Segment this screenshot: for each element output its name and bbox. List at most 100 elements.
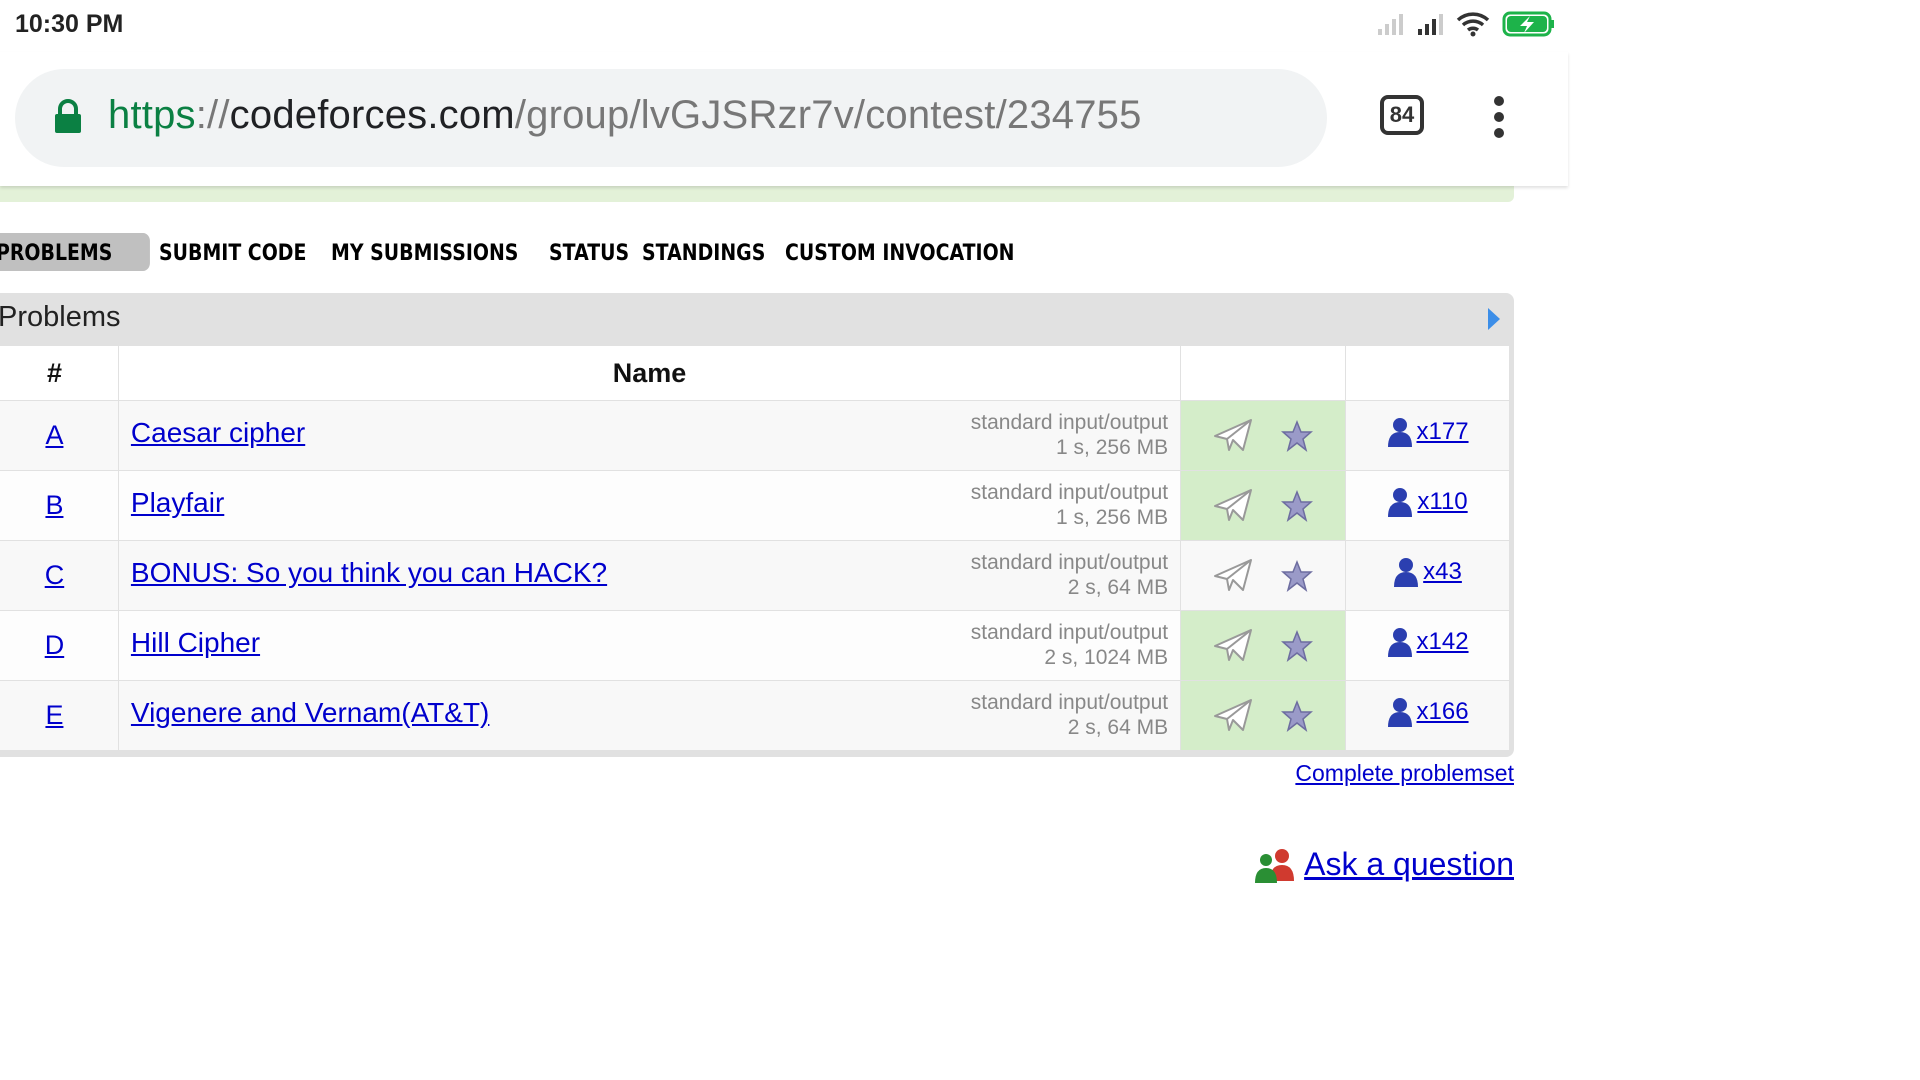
problem-io: standard input/output [970, 551, 1169, 574]
problem-time-memory: 2 s, 64 MB [1067, 716, 1169, 739]
users-icon [1255, 848, 1295, 883]
user-icon [1394, 558, 1419, 587]
menu-item-submit-code[interactable]: SUBMIT CODE [147, 233, 318, 271]
submit-plane-icon[interactable] [1213, 558, 1253, 594]
status-bar: 10:30 PM [0, 0, 1568, 52]
problem-row: B Playfair standard input/output 1 s, 256 M… [0, 470, 1510, 541]
solved-count-link[interactable]: x43 [1423, 558, 1462, 586]
menu-item-problems[interactable]: PROBLEMS [0, 233, 151, 271]
lock-icon [55, 99, 81, 133]
problem-letter-link[interactable]: D [45, 630, 65, 660]
problem-io: standard input/output [970, 621, 1169, 644]
favourite-star-icon[interactable] [1281, 559, 1314, 592]
favourite-star-icon[interactable] [1281, 489, 1314, 522]
problem-name-link[interactable]: Hill Cipher [131, 627, 260, 659]
wifi-icon [1456, 12, 1490, 37]
menu-item-my-submissions[interactable]: MY SUBMISSIONS [319, 233, 530, 271]
complete-problemset-link[interactable]: Complete problemset [1295, 760, 1514, 787]
user-icon [1387, 418, 1412, 447]
problem-limits: standard input/output 1 s, 256 MB [971, 410, 1168, 460]
problem-name-cell: Vigenere and Vernam(AT&T) standard input/… [117, 680, 1182, 751]
menu-item-status[interactable]: STATUS [537, 233, 641, 271]
problem-time-memory: 2 s, 64 MB [1067, 576, 1169, 599]
problem-limits: standard input/output 2 s, 1024 MB [971, 620, 1168, 670]
problem-io: standard input/output [970, 411, 1169, 434]
column-header-index: # [0, 345, 119, 401]
url-scheme: https [108, 93, 196, 137]
problem-name-link[interactable]: Caesar cipher [131, 417, 305, 449]
overflow-menu-icon[interactable] [1488, 96, 1510, 140]
favourite-star-icon[interactable] [1281, 629, 1314, 662]
submit-plane-icon[interactable] [1213, 488, 1253, 524]
favourite-star-icon[interactable] [1281, 419, 1314, 452]
user-icon [1388, 488, 1413, 517]
status-icons [1376, 10, 1556, 38]
solved-count-cell: x43 [1345, 540, 1510, 611]
solved-count-cell: x110 [1345, 470, 1510, 541]
status-time: 10:30 PM [15, 10, 124, 38]
solved-count-cell: x166 [1345, 680, 1510, 751]
problem-letter-cell: A [0, 400, 119, 471]
solved-count-cell: x177 [1345, 400, 1510, 471]
problem-name-link[interactable]: Vigenere and Vernam(AT&T) [131, 697, 489, 729]
problem-name-cell: Caesar cipher standard input/output 1 s, 2… [117, 400, 1182, 471]
signal-empty-icon [1378, 14, 1403, 35]
problem-actions-cell [1180, 540, 1347, 611]
problem-name-cell: Playfair standard input/output 1 s, 256 MB [117, 470, 1182, 541]
problem-time-memory: 1 s, 256 MB [1056, 506, 1169, 529]
problem-letter-link[interactable]: B [45, 490, 63, 520]
problem-io: standard input/output [970, 481, 1169, 504]
problem-limits: standard input/output 2 s, 64 MB [971, 550, 1168, 600]
problem-letter-cell: B [0, 470, 119, 541]
header-strip [0, 186, 1514, 202]
column-header-actions [1180, 345, 1347, 401]
problem-io: standard input/output [970, 691, 1169, 714]
menu-item-custom-invocation[interactable]: CUSTOM INVOCATION [773, 233, 1027, 271]
battery-charging-icon [1502, 11, 1554, 37]
problem-name-cell: BONUS: So you think you can HACK? standar… [117, 540, 1182, 611]
problem-limits: standard input/output 1 s, 256 MB [971, 480, 1168, 530]
ask-question-link[interactable]: Ask a question [1304, 846, 1514, 883]
solved-count-link[interactable]: x110 [1417, 488, 1467, 516]
address-bar[interactable]: https://codeforces.com/group/lvGJSRzr7v/… [15, 69, 1327, 167]
signal-icon [1418, 14, 1443, 35]
user-icon [1387, 698, 1412, 727]
panel-title: Problems [0, 301, 121, 333]
problem-letter-link[interactable]: C [45, 560, 65, 590]
problem-time-memory: 2 s, 1024 MB [1044, 646, 1169, 669]
url-text[interactable]: https://codeforces.com/group/lvGJSRzr7v/… [108, 93, 1142, 138]
problem-row: D Hill Cipher standard input/output 2 s, 10… [0, 610, 1510, 681]
problem-letter-cell: C [0, 540, 119, 611]
url-path: /group/lvGJSRzr7v/contest/234755 [514, 93, 1142, 137]
submit-plane-icon[interactable] [1213, 628, 1253, 664]
problem-actions-cell [1180, 680, 1347, 751]
tab-switcher-button[interactable]: 84 [1380, 95, 1424, 135]
column-header-name: Name [117, 345, 1182, 401]
problem-time-memory: 1 s, 256 MB [1056, 436, 1169, 459]
submit-plane-icon[interactable] [1213, 418, 1253, 454]
submit-plane-icon[interactable] [1213, 698, 1253, 734]
contest-menu: PROBLEMS SUBMIT CODE MY SUBMISSIONS STAT… [0, 232, 1040, 272]
problem-name-link[interactable]: BONUS: So you think you can HACK? [131, 557, 607, 589]
menu-item-standings[interactable]: STANDINGS [630, 233, 777, 271]
problem-name-cell: Hill Cipher standard input/output 2 s, 102… [117, 610, 1182, 681]
expand-arrow-icon[interactable] [1486, 306, 1502, 332]
solved-count-link[interactable]: x177 [1417, 418, 1469, 446]
solved-count-link[interactable]: x166 [1417, 698, 1469, 726]
solved-count-cell: x142 [1345, 610, 1510, 681]
problem-name-link[interactable]: Playfair [131, 487, 224, 519]
problem-letter-link[interactable]: A [45, 420, 63, 450]
problems-table: # Name A Caesar cipher standard input/outp… [0, 345, 1510, 751]
problem-actions-cell [1180, 470, 1347, 541]
favourite-star-icon[interactable] [1281, 699, 1314, 732]
problem-row: C BONUS: So you think you can HACK? standa… [0, 540, 1510, 611]
problem-letter-link[interactable]: E [45, 700, 63, 730]
column-header-solved [1345, 345, 1510, 401]
problem-limits: standard input/output 2 s, 64 MB [971, 690, 1168, 740]
problem-row: E Vigenere and Vernam(AT&T) standard input… [0, 680, 1510, 751]
ask-question: Ask a question [1252, 846, 1514, 883]
url-separator: :// [195, 93, 230, 137]
problem-row: A Caesar cipher standard input/output 1 s, … [0, 400, 1510, 471]
user-icon [1387, 628, 1412, 657]
solved-count-link[interactable]: x142 [1417, 628, 1469, 656]
